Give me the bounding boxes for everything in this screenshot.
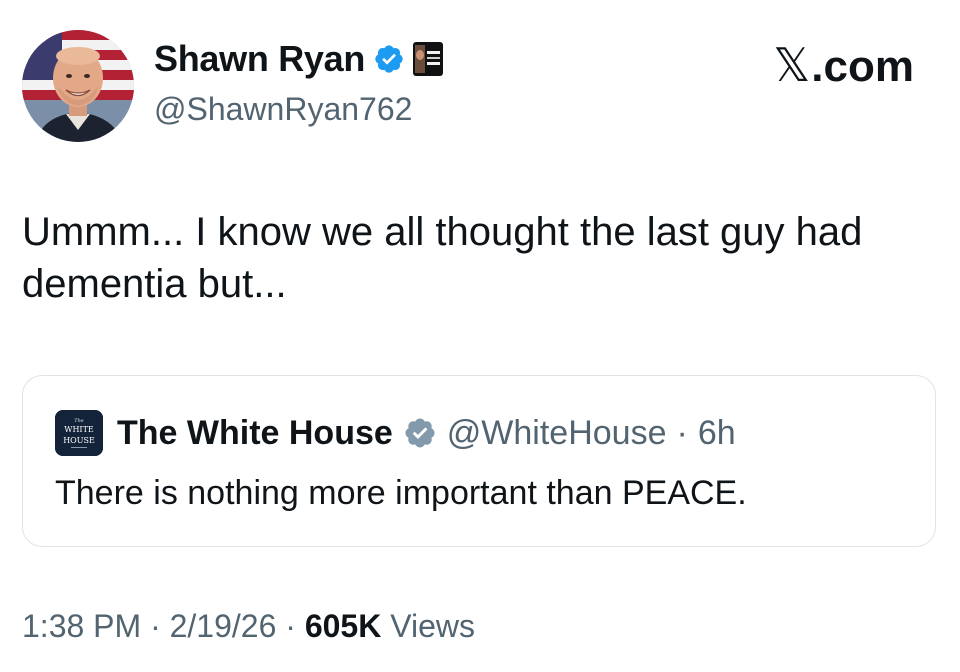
svg-text:HOUSE: HOUSE bbox=[63, 436, 95, 445]
tweet-metadata-footer: 1:38 PM · 2/19/26 · 605K Views bbox=[22, 608, 475, 645]
quoted-author-display-name[interactable]: The White House bbox=[117, 414, 393, 453]
author-display-name[interactable]: Shawn Ryan bbox=[154, 38, 365, 80]
footer-separator: · bbox=[150, 608, 161, 644]
svg-text:WHITE: WHITE bbox=[64, 425, 94, 434]
quoted-tweet-text: There is nothing more important than PEA… bbox=[55, 474, 747, 512]
views-count[interactable]: 605K bbox=[305, 608, 382, 644]
avatar-photo bbox=[22, 30, 134, 142]
meta-separator: · bbox=[676, 413, 688, 452]
quoted-author-handle[interactable]: @WhiteHouse bbox=[447, 414, 667, 453]
x-brand-logo: 𝕏 .com bbox=[773, 38, 914, 92]
quoted-tweet-header: The WHITE HOUSE The White House @WhiteHo… bbox=[55, 410, 736, 456]
footer-separator: · bbox=[285, 608, 296, 644]
quoted-tweet-card[interactable]: The WHITE HOUSE The White House @WhiteHo… bbox=[22, 375, 936, 547]
views-label: Views bbox=[390, 608, 475, 644]
white-house-avatar[interactable]: The WHITE HOUSE bbox=[55, 410, 103, 456]
tweet-time[interactable]: 1:38 PM bbox=[22, 608, 141, 644]
government-verified-badge-icon bbox=[403, 416, 437, 450]
author-name-row: Shawn Ryan bbox=[154, 38, 444, 80]
verified-badge-icon bbox=[373, 43, 405, 75]
author-avatar[interactable] bbox=[22, 30, 134, 142]
tweet-date[interactable]: 2/19/26 bbox=[170, 608, 277, 644]
brand-domain-label: .com bbox=[811, 42, 914, 91]
show-affiliate-badge-icon[interactable] bbox=[413, 42, 444, 76]
x-logo-icon: 𝕏 bbox=[773, 39, 811, 91]
author-handle[interactable]: @ShawnRyan762 bbox=[154, 91, 412, 128]
tweet-body-text: Ummm... I know we all thought the last g… bbox=[22, 210, 863, 306]
quoted-tweet-age[interactable]: 6h bbox=[698, 414, 736, 453]
svg-text:The: The bbox=[74, 418, 84, 424]
